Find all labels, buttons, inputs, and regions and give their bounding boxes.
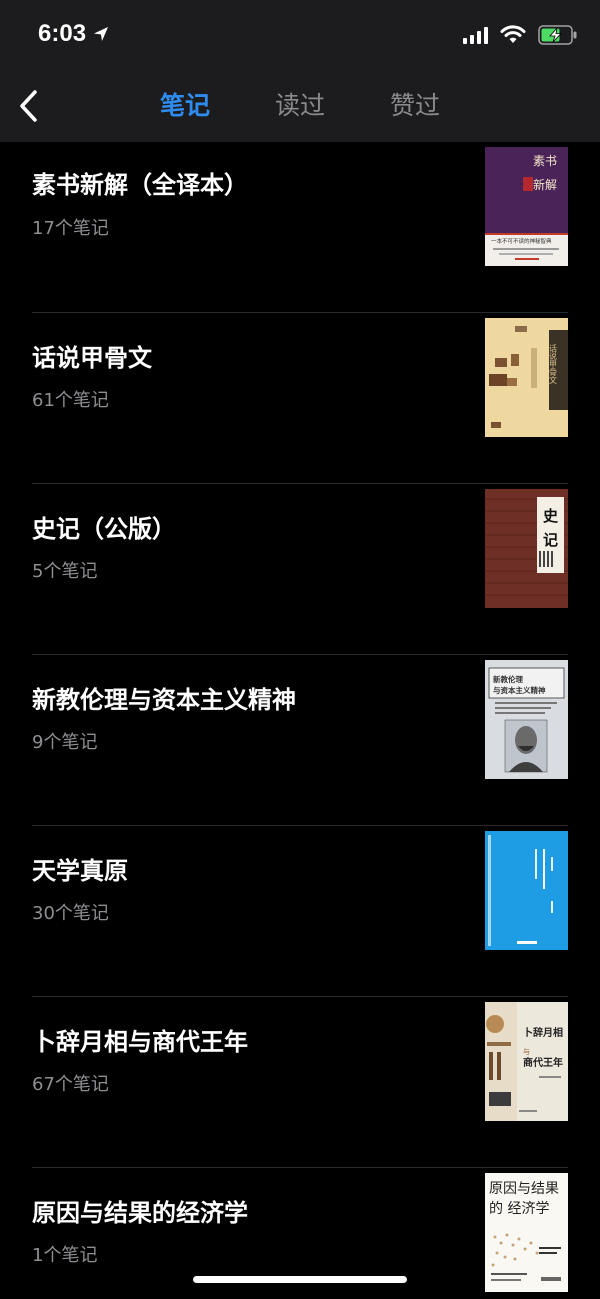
book-list-item[interactable]: 新教伦理与资本主义精神 9个笔记 新教伦理 与资本主义精神 [0,655,600,826]
svg-text:记: 记 [543,531,558,549]
note-count: 1个笔记 [32,1245,98,1266]
book-cover: 话说甲骨文 [485,318,568,437]
book-cover: 卜辞月相 与 商代王年 [485,1002,568,1121]
note-count: 5个笔记 [32,561,98,582]
book-title: 素书新解（全译本） [32,170,248,199]
book-list-item[interactable]: 史记（公版） 5个笔记 史 记 [0,484,600,655]
svg-text:史: 史 [543,507,559,525]
nav-bar: 笔记 读过 赞过 [0,70,600,142]
book-list-item[interactable]: 天学真原 30个笔记 [0,826,600,997]
book-cover [485,831,568,950]
book-title: 原因与结果的经济学 [32,1198,248,1227]
note-count: 17个笔记 [32,218,109,239]
svg-text:新解: 新解 [533,177,557,192]
battery-charging-icon [538,25,577,45]
svg-text:与: 与 [523,1048,530,1056]
svg-text:原因与结果: 原因与结果 [489,1181,559,1197]
svg-text:的 经济学: 的 经济学 [489,1201,549,1217]
book-list-item[interactable]: 卜辞月相与商代王年 67个笔记 卜辞月相 与 商代王年 [0,997,600,1168]
svg-text:商代王年: 商代王年 [523,1056,563,1069]
status-indicators [463,25,578,45]
home-indicator[interactable] [193,1276,407,1283]
book-title: 史记（公版） [32,514,176,543]
location-arrow-icon [94,27,109,41]
book-cover: 原因与结果 的 经济学 [485,1173,568,1292]
tab-liked[interactable]: 赞过 [390,88,440,124]
book-list-item[interactable]: 素书新解（全译本） 17个笔记 素书 新解 一本不可不读的神秘智典 [0,142,600,313]
book-cover: 新教伦理 与资本主义精神 [485,660,568,779]
cover-tagline: 一本不可不读的神秘智典 [491,237,552,245]
svg-text:卜辞月相: 卜辞月相 [523,1026,563,1039]
book-title: 天学真原 [32,856,128,885]
cellular-signal-icon [463,26,488,44]
book-cover: 素书 新解 一本不可不读的神秘智典 [485,147,568,266]
book-title: 新教伦理与资本主义精神 [32,685,296,714]
status-bar: 6:03 [0,0,600,70]
note-count: 67个笔记 [32,1074,109,1095]
clock-text: 6:03 [38,20,87,47]
svg-text:与资本主义精神: 与资本主义精神 [493,685,546,695]
svg-text:话说甲骨文: 话说甲骨文 [549,343,558,385]
book-title: 卜辞月相与商代王年 [32,1027,248,1056]
status-time: 6:03 [38,20,110,48]
tab-bar: 笔记 读过 赞过 [0,70,600,142]
note-count: 9个笔记 [32,732,98,753]
note-count: 30个笔记 [32,903,109,924]
tab-read[interactable]: 读过 [275,88,325,124]
cover-title-text: 素书 [533,154,557,168]
book-cover: 史 记 [485,489,568,608]
wifi-icon [500,25,526,43]
svg-text:新教伦理: 新教伦理 [493,674,523,684]
tab-notes[interactable]: 笔记 [160,88,210,124]
note-count: 61个笔记 [32,390,109,411]
book-title: 话说甲骨文 [32,343,152,372]
book-list: 素书新解（全译本） 17个笔记 素书 新解 一本不可不读的神秘智典 话说甲骨文 … [0,142,600,1299]
book-list-item[interactable]: 话说甲骨文 61个笔记 话说甲骨文 [0,313,600,484]
